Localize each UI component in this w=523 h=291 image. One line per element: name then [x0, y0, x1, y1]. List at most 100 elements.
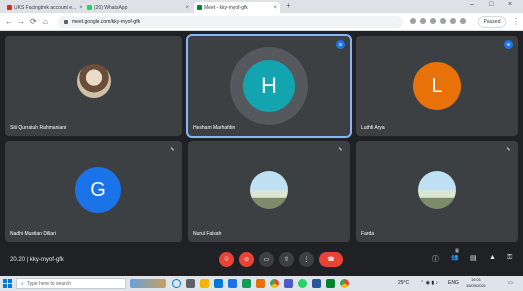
leave-call-button[interactable]: ☎	[319, 252, 343, 267]
taskbar-search-placeholder: Type here to search	[26, 280, 72, 287]
participant-tile[interactable]: L ≋ Luthfi Arya	[356, 36, 518, 136]
activities-icon[interactable]: ▲	[489, 254, 496, 261]
people-icon[interactable]: 👥 6	[451, 248, 460, 261]
home-icon[interactable]: ⌂	[43, 17, 48, 26]
office-icon[interactable]	[256, 279, 265, 288]
address-bar[interactable]: meet.google.com/kky-myof-gfk	[58, 16, 403, 28]
tab-favicon	[87, 5, 92, 10]
participant-name: Nadhi Mustian Dillari	[10, 231, 56, 237]
extension-icon[interactable]	[460, 18, 466, 24]
participant-tile[interactable]: ✎ Nurul Falsah	[188, 141, 350, 242]
participant-name: Farda	[361, 231, 375, 237]
cortana-icon[interactable]	[172, 279, 181, 288]
browser-tab-meet[interactable]: Meet - kky-myof-gfk ×	[194, 2, 280, 13]
store-icon[interactable]	[214, 279, 223, 288]
present-icon: ⇧	[283, 257, 290, 263]
menu-kebab-icon[interactable]: ⋮	[512, 17, 520, 26]
edge-icon[interactable]	[242, 279, 251, 288]
participant-name: Nurul Falsah	[193, 231, 222, 237]
search-icon: ⌕	[21, 280, 24, 287]
mic-off-icon: ✎	[170, 146, 175, 153]
more-options-button[interactable]: ⋮	[299, 252, 314, 267]
close-tab-icon[interactable]: ×	[270, 5, 277, 11]
tab-title: Meet - kky-myof-gfk	[204, 4, 248, 11]
back-arrow-icon[interactable]: ←	[5, 17, 13, 26]
close-tab-icon[interactable]: ×	[182, 5, 189, 11]
camera-off-icon: ⊘	[243, 257, 250, 263]
more-vert-icon: ⋮	[303, 257, 310, 263]
meet-stage: Siti Qurratuh Rahmaniani H ≋ Hesham Marh…	[0, 31, 523, 262]
participant-name: Luthfi Arya	[361, 125, 385, 131]
tab-title: UKS Facingtrek account e...	[14, 4, 77, 11]
browser-tab-whatsapp[interactable]: (20) WhatsApp ×	[84, 2, 192, 13]
browser-tab-strip: UKS Facingtrek account e... × (20) Whats…	[0, 0, 523, 13]
audio-wave-icon: ≋	[336, 40, 345, 49]
participant-photo	[418, 171, 456, 209]
mail-icon[interactable]	[228, 279, 237, 288]
captions-button[interactable]: ▭	[259, 252, 274, 267]
chrome-icon[interactable]	[340, 279, 349, 288]
notification-icon[interactable]: ▭	[508, 280, 513, 286]
file-explorer-icon[interactable]	[200, 279, 209, 288]
mic-off-icon: ⦸	[224, 256, 229, 262]
participant-tile[interactable]: ✎ Farda	[356, 141, 518, 242]
extension-icon[interactable]	[420, 18, 426, 24]
extension-icon[interactable]	[410, 18, 416, 24]
language-indicator[interactable]: ENG	[448, 280, 459, 286]
taskbar-search-box[interactable]: ⌕ Type here to search	[16, 278, 126, 289]
call-end-icon: ☎	[327, 257, 335, 263]
maximize-button[interactable]: □	[489, 1, 493, 8]
participant-avatar: G	[75, 167, 121, 213]
meeting-time: 20.20	[10, 257, 26, 263]
forward-arrow-icon[interactable]: →	[17, 17, 25, 26]
windows-taskbar: ⌕ Type here to search 29°C ⌃ ◉ ▮ ♪ ENG 1…	[0, 276, 523, 291]
people-glyph: 👥	[451, 255, 459, 261]
new-tab-button[interactable]: +	[286, 1, 291, 10]
tray-icons[interactable]: ⌃ ◉ ▮ ♪	[420, 280, 438, 286]
present-button[interactable]: ⇧	[279, 252, 294, 267]
landscape-widget-icon[interactable]	[130, 279, 166, 288]
close-tab-icon[interactable]: ×	[76, 5, 82, 11]
participant-tile[interactable]: H ≋ Hesham Marhafdin	[186, 34, 352, 138]
meeting-info: 20.20 | kky-myof-gfk	[10, 257, 64, 263]
close-window-button[interactable]: ×	[508, 1, 512, 8]
extension-icon[interactable]	[430, 18, 436, 24]
participant-avatar: H	[243, 60, 295, 112]
clock-date: 15/09/2021	[466, 283, 487, 288]
mic-toggle-button[interactable]: ⦸	[219, 252, 234, 267]
profile-button[interactable]: Paused	[478, 16, 506, 28]
reload-icon[interactable]: ⟳	[30, 17, 37, 26]
browser-toolbar: ← → ⟳ ⌂ meet.google.com/kky-myof-gfk Pau…	[0, 13, 523, 31]
people-count-badge: 6	[455, 248, 460, 253]
extension-icon[interactable]	[440, 18, 446, 24]
chat-icon[interactable]: ▤	[470, 254, 477, 262]
windows-start-icon[interactable]	[3, 279, 12, 288]
chrome-icon[interactable]	[270, 279, 279, 288]
extension-icon[interactable]	[450, 18, 456, 24]
camera-toggle-button[interactable]: ⊘	[239, 252, 254, 267]
mic-off-icon: ✎	[506, 146, 511, 153]
participant-tile[interactable]: Siti Qurratuh Rahmaniani	[5, 36, 182, 136]
lock-person-icon[interactable]: ⚿	[507, 254, 512, 262]
info-icon[interactable]: ⓘ	[432, 254, 439, 264]
whatsapp-icon[interactable]	[298, 279, 307, 288]
taskbar-clock[interactable]: 19.01 15/09/2021	[466, 277, 486, 289]
audio-wave-icon: ≋	[504, 40, 513, 49]
participant-photo	[250, 171, 288, 209]
word-icon[interactable]	[312, 279, 321, 288]
participant-photo	[77, 64, 111, 98]
meeting-code: kky-myof-gfk	[29, 257, 64, 263]
weather-temperature[interactable]: 29°C	[398, 280, 409, 286]
minimize-button[interactable]: –	[470, 1, 474, 8]
participant-tile[interactable]: G ✎ Nadhi Mustian Dillari	[5, 141, 182, 242]
tab-favicon	[197, 5, 202, 10]
teams-icon[interactable]	[284, 279, 293, 288]
meet-control-bar: 20.20 | kky-myof-gfk ⦸ ⊘ ▭ ⇧ ⋮ ☎ ⓘ 👥 6 ▤…	[0, 246, 523, 276]
captions-icon: ▭	[263, 257, 270, 263]
task-view-icon[interactable]	[186, 279, 195, 288]
browser-tab-facingtrek[interactable]: UKS Facingtrek account e... ×	[4, 2, 82, 13]
address-url: meet.google.com/kky-myof-gfk	[72, 19, 141, 25]
meet-icon[interactable]	[326, 279, 335, 288]
participant-avatar: L	[413, 62, 461, 110]
tab-title: (20) WhatsApp	[94, 4, 128, 11]
